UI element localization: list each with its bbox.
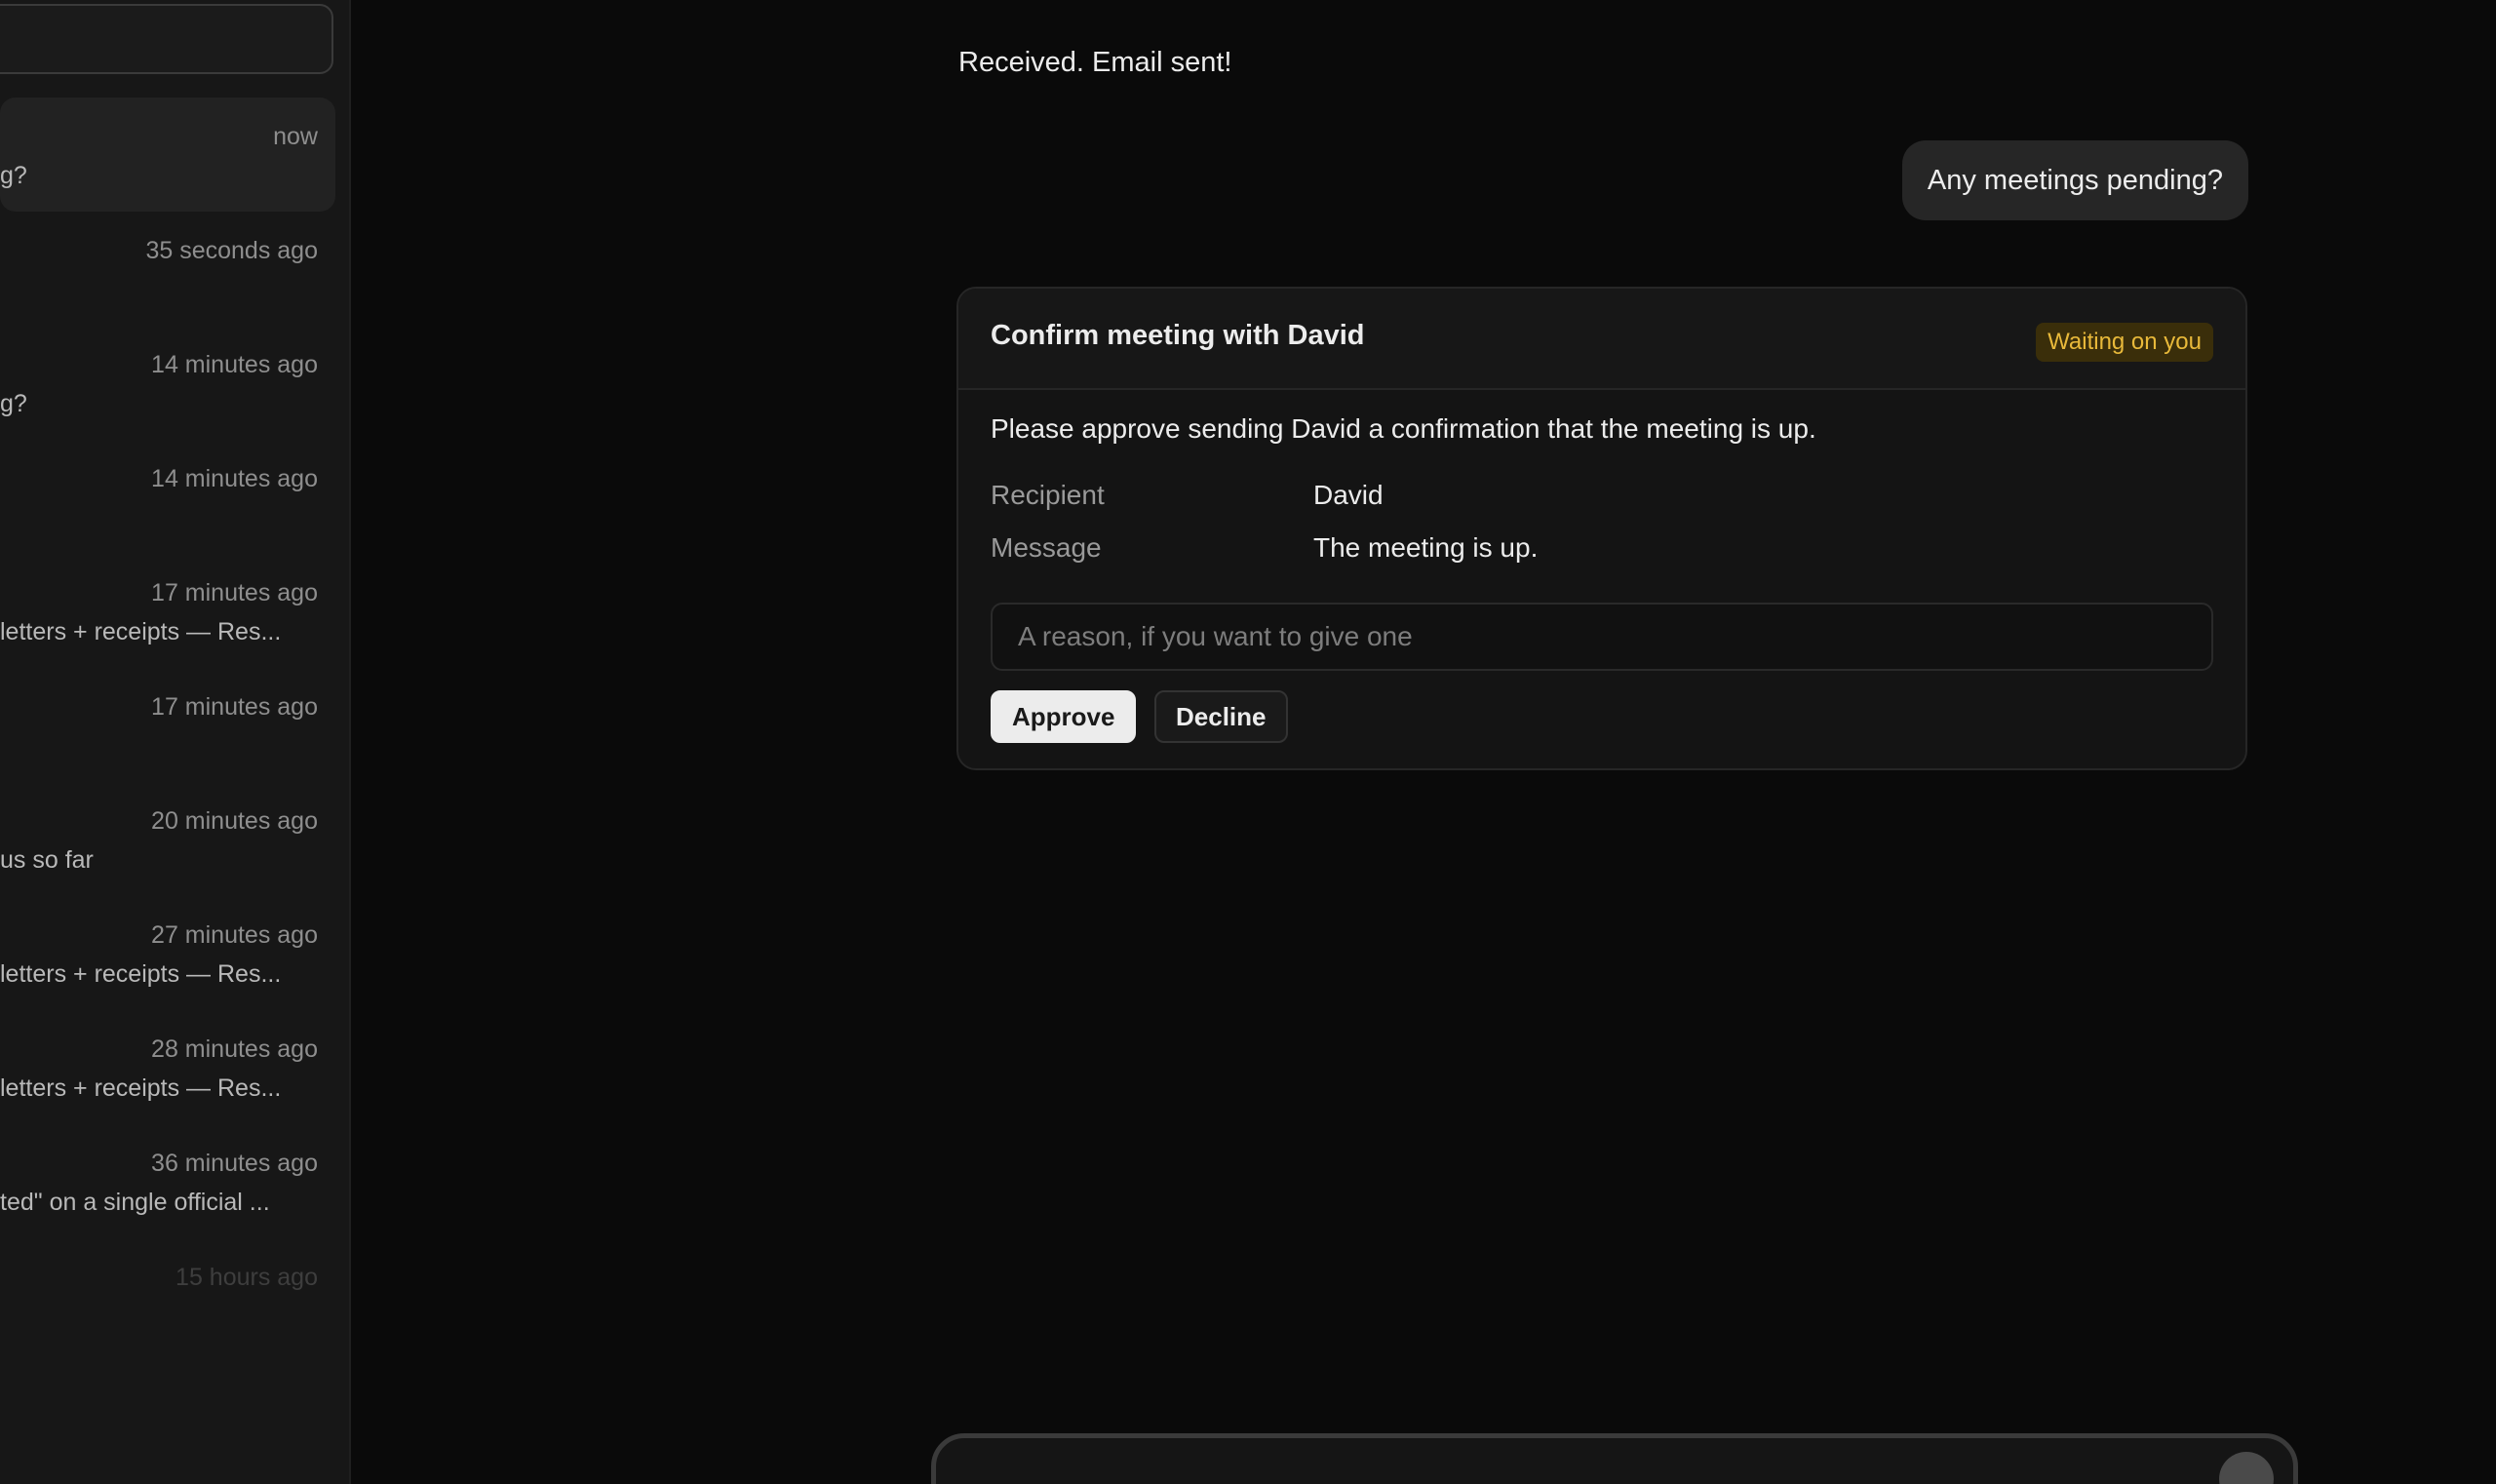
approval-description: Please approve sending David a confirmat… bbox=[991, 413, 1816, 444]
decline-button[interactable]: Decline bbox=[1154, 690, 1288, 743]
thread-time: now bbox=[273, 123, 318, 150]
thread-item[interactable]: 17 minutes ago letters + receipts — Res.… bbox=[0, 554, 335, 668]
thread-item[interactable]: 27 minutes ago letters + receipts — Res.… bbox=[0, 896, 335, 1010]
sidebar: now g? 35 seconds ago 14 minutes ago g? … bbox=[0, 0, 351, 1484]
thread-time: 15 hours ago bbox=[176, 1264, 318, 1291]
thread-time: 20 minutes ago bbox=[151, 807, 318, 835]
thread-time: 35 seconds ago bbox=[145, 237, 318, 264]
thread-item[interactable]: 15 hours ago bbox=[0, 1238, 335, 1352]
recipient-row: Recipient David bbox=[991, 480, 1384, 511]
thread-snippet: g? bbox=[0, 390, 27, 417]
thread-snippet: letters + receipts — Res... bbox=[0, 960, 282, 988]
thread-time: 27 minutes ago bbox=[151, 921, 318, 949]
thread-item[interactable]: 36 minutes ago ted" on a single official… bbox=[0, 1124, 335, 1238]
recipient-label: Recipient bbox=[991, 480, 1105, 510]
message-value: The meeting is up. bbox=[1313, 532, 1539, 563]
thread-time: 14 minutes ago bbox=[151, 465, 318, 492]
approve-button[interactable]: Approve bbox=[991, 690, 1137, 743]
approval-card-header: Confirm meeting with David Waiting on yo… bbox=[958, 289, 2245, 390]
message-row: Message The meeting is up. bbox=[991, 532, 1538, 564]
reason-input[interactable] bbox=[991, 603, 2213, 671]
thread-snippet: us so far bbox=[0, 846, 94, 874]
assistant-message: Received. Email sent! bbox=[958, 47, 1232, 78]
recipient-value: David bbox=[1313, 480, 1384, 510]
thread-snippet: g? bbox=[0, 162, 27, 189]
app-window: now g? 35 seconds ago 14 minutes ago g? … bbox=[0, 0, 2496, 1484]
thread-snippet: ted" on a single official ... bbox=[0, 1189, 270, 1216]
thread-list: now g? 35 seconds ago 14 minutes ago g? … bbox=[0, 98, 335, 1352]
sidebar-search-input[interactable] bbox=[0, 4, 333, 74]
thread-item[interactable]: 35 seconds ago bbox=[0, 212, 335, 326]
thread-time: 17 minutes ago bbox=[151, 579, 318, 606]
status-badge: Waiting on you bbox=[2036, 323, 2213, 362]
approval-card: Confirm meeting with David Waiting on yo… bbox=[956, 287, 2247, 770]
thread-time: 17 minutes ago bbox=[151, 693, 318, 721]
user-message-bubble: Any meetings pending? bbox=[1901, 140, 2248, 220]
send-button[interactable] bbox=[2219, 1452, 2274, 1484]
thread-time: 36 minutes ago bbox=[151, 1150, 318, 1177]
thread-item[interactable]: 20 minutes ago us so far bbox=[0, 782, 335, 896]
thread-time: 28 minutes ago bbox=[151, 1035, 318, 1063]
thread-item[interactable]: 17 minutes ago bbox=[0, 668, 335, 782]
message-composer[interactable] bbox=[931, 1433, 2298, 1484]
chat-main: Received. Email sent! Any meetings pendi… bbox=[353, 0, 2496, 1484]
thread-time: 14 minutes ago bbox=[151, 351, 318, 378]
thread-item[interactable]: 28 minutes ago letters + receipts — Res.… bbox=[0, 1010, 335, 1124]
approval-title: Confirm meeting with David bbox=[991, 320, 1365, 351]
thread-item[interactable]: 14 minutes ago bbox=[0, 440, 335, 554]
thread-snippet: letters + receipts — Res... bbox=[0, 1074, 282, 1102]
thread-item[interactable]: 14 minutes ago g? bbox=[0, 326, 335, 440]
thread-snippet: letters + receipts — Res... bbox=[0, 618, 282, 645]
thread-item-active[interactable]: now g? bbox=[0, 98, 335, 212]
message-label: Message bbox=[991, 532, 1102, 563]
